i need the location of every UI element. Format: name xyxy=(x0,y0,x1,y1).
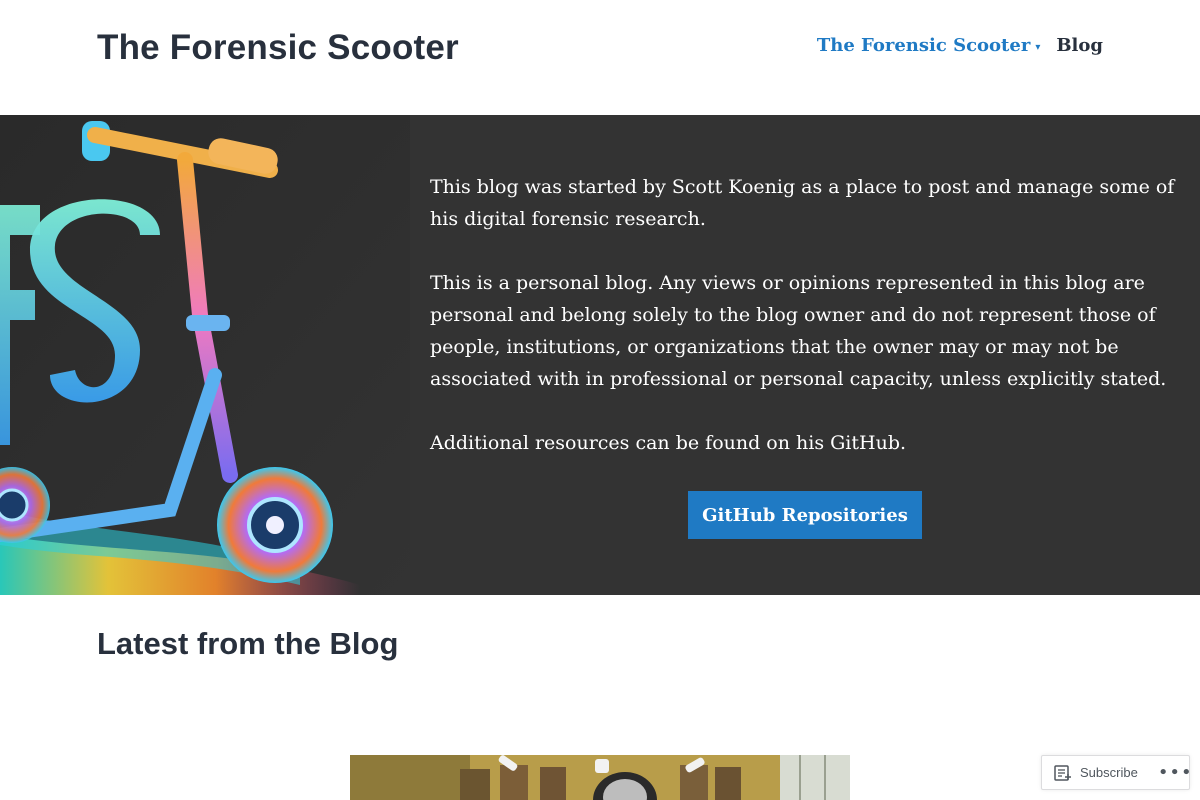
subscribe-label: Subscribe xyxy=(1080,765,1138,780)
subscribe-button[interactable]: Subscribe xyxy=(1054,764,1138,781)
hero-paragraph: Additional resources can be found on his… xyxy=(430,432,907,454)
latest-posts-heading: Latest from the Blog xyxy=(97,626,399,661)
chevron-down-icon[interactable]: ▾ xyxy=(1035,42,1040,53)
reader-subscribe-icon xyxy=(1054,764,1071,781)
hero-intro-text: This blog was started by Scott Koenig as… xyxy=(430,171,1180,491)
post-thumbnail-image[interactable] xyxy=(350,755,850,800)
scooter-logo-image xyxy=(0,115,410,595)
more-options-icon[interactable]: ••• xyxy=(1158,763,1193,782)
github-repositories-button[interactable]: GitHub Repositories xyxy=(688,491,922,539)
subscribe-bar: Subscribe ••• xyxy=(1041,755,1193,790)
hero-paragraph: This is a personal blog. Any views or op… xyxy=(430,272,1167,390)
nav-item-blog[interactable]: Blog xyxy=(1056,35,1103,56)
hero-paragraph: This blog was started by Scott Koenig as… xyxy=(430,176,1175,230)
nav-item-label: The Forensic Scooter xyxy=(816,35,1031,56)
primary-nav: The Forensic Scooter ▾ Blog xyxy=(817,35,1103,56)
nav-item-label: Blog xyxy=(1056,35,1103,56)
nav-item-forensic-scooter[interactable]: The Forensic Scooter ▾ xyxy=(817,35,1040,56)
site-title-link[interactable]: The Forensic Scooter xyxy=(97,28,459,68)
hero-section: This blog was started by Scott Koenig as… xyxy=(0,115,1200,595)
site-header: The Forensic Scooter The Forensic Scoote… xyxy=(0,0,1200,115)
